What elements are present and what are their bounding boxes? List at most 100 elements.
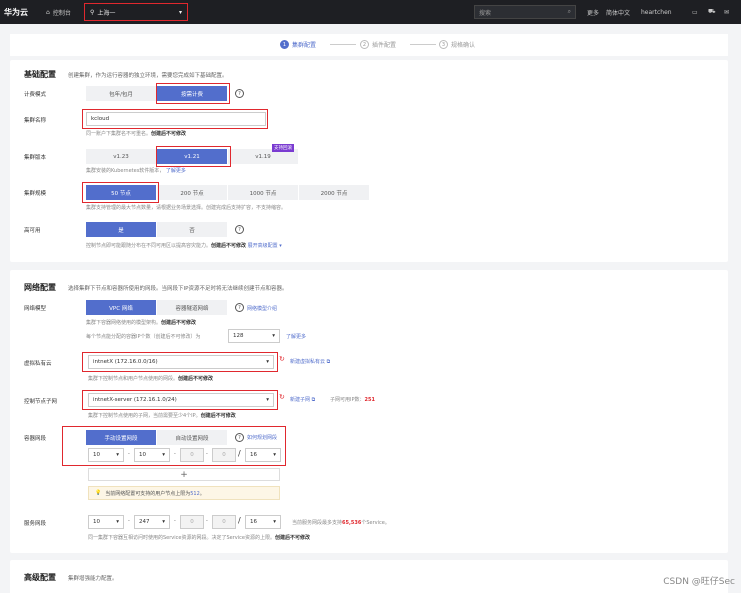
- ha-hint: 控制节点即可能跟随分布在不同可用区以提高容灾能力。创建后不可修改 展开高级配置 …: [86, 243, 282, 249]
- pods-per-node-hint: 每个节点能分配的容器IP个数（创建后不可修改）为: [86, 334, 201, 340]
- region-selector[interactable]: ⚲ 上海一 ▾: [84, 3, 188, 21]
- step-divider: [410, 44, 436, 45]
- section-desc: 集群增强能力配置。: [68, 576, 118, 582]
- pods-per-node-select[interactable]: 128 ▾: [228, 329, 280, 343]
- plan-cidr-link[interactable]: 如何规划网段: [247, 434, 277, 441]
- subnet-hint: 集群下控制节点使用的子网，当前需要至少4个IP。创建后不可修改: [88, 413, 236, 419]
- subnet-ip-count: 子网可用IP数：251: [330, 397, 375, 403]
- dot-separator: ·: [174, 518, 176, 525]
- mail-icon[interactable]: ✉: [724, 0, 729, 24]
- cidr-option-auto[interactable]: 自动设置网段: [157, 430, 227, 445]
- network-option-vpc[interactable]: VPC 网络: [86, 300, 156, 315]
- version-option-123[interactable]: v1.23: [86, 149, 156, 164]
- cluster-name-input[interactable]: kcloud: [86, 112, 266, 126]
- step-cluster-config[interactable]: 1 集群配置: [280, 40, 316, 49]
- ha-option-yes[interactable]: 是: [86, 222, 156, 237]
- menu-user[interactable]: heartchen: [641, 0, 672, 24]
- billing-option-ondemand[interactable]: 按需计费: [157, 86, 227, 101]
- dot-separator: ·: [174, 451, 176, 458]
- chevron-down-icon: ▾: [116, 519, 119, 525]
- billing-mode-toggle: 包年/包月 按需计费: [86, 86, 228, 101]
- ha-label: 高可用: [24, 228, 41, 234]
- chevron-down-icon: ▾: [266, 397, 269, 403]
- chevron-down-icon: ▾: [116, 452, 119, 458]
- version-toggle: v1.23 v1.21 v1.19: [86, 149, 299, 164]
- service-cidr-label: 服务网段: [24, 521, 47, 527]
- dot-separator: ·: [128, 451, 130, 458]
- help-icon[interactable]: ?: [235, 433, 244, 442]
- section-title: 高级配置: [24, 573, 56, 582]
- scale-toggle: 50 节点 200 节点 1000 节点 2000 节点: [86, 185, 370, 200]
- scale-option-1000[interactable]: 1000 节点: [228, 185, 298, 200]
- network-model-label: 网络模型: [24, 306, 47, 312]
- rollback-badge: 支持回滚: [272, 144, 294, 152]
- search-icon[interactable]: ⌕: [568, 8, 571, 16]
- subnet-select[interactable]: intnetX-server (172.16.1.0/24) ▾: [88, 393, 274, 407]
- container-cidr-toggle: 手动设置网段 自动设置网段: [86, 430, 228, 445]
- ha-option-no[interactable]: 否: [157, 222, 227, 237]
- network-model-link[interactable]: 网络模型介绍: [247, 305, 277, 312]
- container-cidr-label: 容器网段: [24, 436, 47, 442]
- cluster-name-hint: 同一账户下集群名不可重名。创建后不可修改: [86, 131, 187, 137]
- step-divider: [330, 44, 356, 45]
- service-capacity-hint: 当前服务网段最多支持65,536个Service。: [292, 520, 390, 526]
- scale-option-50[interactable]: 50 节点: [86, 185, 156, 200]
- step-addon-config[interactable]: 2 插件配置: [360, 40, 396, 49]
- service-mask-select[interactable]: 16 ▾: [245, 515, 281, 529]
- basic-config-card: 基础配置 创建集群，作为运行容器的独立环境，需要您完成如下基础配置。 计费模式 …: [10, 60, 728, 262]
- ha-toggle: 是 否: [86, 222, 228, 237]
- help-icon[interactable]: ?: [235, 303, 244, 312]
- step-spec-confirm[interactable]: 3 规格确认: [439, 40, 475, 49]
- expand-advanced-link[interactable]: 展开高级配置: [248, 243, 278, 249]
- create-vpc-link[interactable]: 新建虚拟私有云 ⧉: [290, 358, 330, 365]
- network-model-hint: 集群下容器网络使用的模型架构。创建后不可修改: [86, 320, 197, 326]
- refresh-icon[interactable]: ↻: [279, 393, 285, 401]
- menu-more[interactable]: 更多: [587, 0, 599, 24]
- menu-language[interactable]: 简体中文: [606, 0, 630, 24]
- pods-learn-more-link[interactable]: 了解更多: [286, 333, 306, 340]
- console-home-link[interactable]: ⌂ 控制台: [46, 0, 71, 24]
- watermark: CSDN @旺仔Sec: [663, 577, 735, 587]
- chevron-down-icon: ▾: [272, 333, 275, 339]
- network-model-toggle: VPC 网络 容器隧道网络: [86, 300, 228, 315]
- create-subnet-link[interactable]: 新建子网 ⧉: [290, 396, 315, 403]
- dot-separator: ·: [128, 518, 130, 525]
- vpc-select[interactable]: intnetX (172.16.0.0/16) ▾: [88, 355, 274, 369]
- chevron-down-icon: ▾: [162, 452, 165, 458]
- version-label: 集群版本: [24, 155, 47, 161]
- help-icon[interactable]: ?: [235, 89, 244, 98]
- node-limit-tip: 💡 当前网络配置可支持的用户节点上限为512。: [88, 486, 280, 500]
- scale-option-200[interactable]: 200 节点: [157, 185, 227, 200]
- search-input[interactable]: 搜索 ⌕: [474, 5, 576, 19]
- location-icon: ⚲: [90, 8, 95, 16]
- cidr-octet-1[interactable]: 10 ▾: [88, 448, 124, 462]
- logo[interactable]: 华为云: [4, 0, 28, 24]
- network-option-tunnel[interactable]: 容器隧道网络: [157, 300, 227, 315]
- cart-icon[interactable]: ⛟: [708, 0, 716, 24]
- section-desc: 选择集群下节点和容器所使用的网段。当网段下IP资源不足时将无法继续创建节点和容器…: [68, 286, 288, 292]
- help-icon[interactable]: ?: [235, 225, 244, 234]
- service-octet-1[interactable]: 10 ▾: [88, 515, 124, 529]
- service-octet-3: 0: [180, 515, 204, 529]
- top-bar: 华为云 ⌂ 控制台 ⚲ 上海一 ▾ 搜索 ⌕ 更多 简体中文 heartchen …: [0, 0, 741, 24]
- refresh-icon[interactable]: ↻: [279, 355, 285, 363]
- section-title: 网络配置: [24, 283, 56, 292]
- dot-separator: ·: [206, 518, 208, 525]
- add-cidr-button[interactable]: +: [88, 468, 280, 481]
- scale-option-2000[interactable]: 2000 节点: [299, 185, 369, 200]
- version-option-121[interactable]: v1.21: [157, 149, 227, 164]
- message-icon[interactable]: ▭: [692, 0, 698, 24]
- billing-option-yearly[interactable]: 包年/包月: [86, 86, 156, 101]
- cidr-option-manual[interactable]: 手动设置网段: [86, 430, 156, 445]
- service-octet-4: 0: [212, 515, 236, 529]
- advanced-config-card: 高级配置 集群增强能力配置。: [10, 560, 728, 593]
- cidr-octet-3: 0: [180, 448, 204, 462]
- chevron-down-icon: ▾: [277, 243, 282, 249]
- cidr-mask-select[interactable]: 16 ▾: [245, 448, 281, 462]
- service-octet-2[interactable]: 247 ▾: [134, 515, 170, 529]
- cidr-octet-2[interactable]: 10 ▾: [134, 448, 170, 462]
- cluster-name-label: 集群名称: [24, 118, 47, 124]
- billing-label: 计费模式: [24, 92, 47, 98]
- scale-label: 集群规模: [24, 191, 47, 197]
- chevron-down-icon: ▾: [273, 452, 276, 458]
